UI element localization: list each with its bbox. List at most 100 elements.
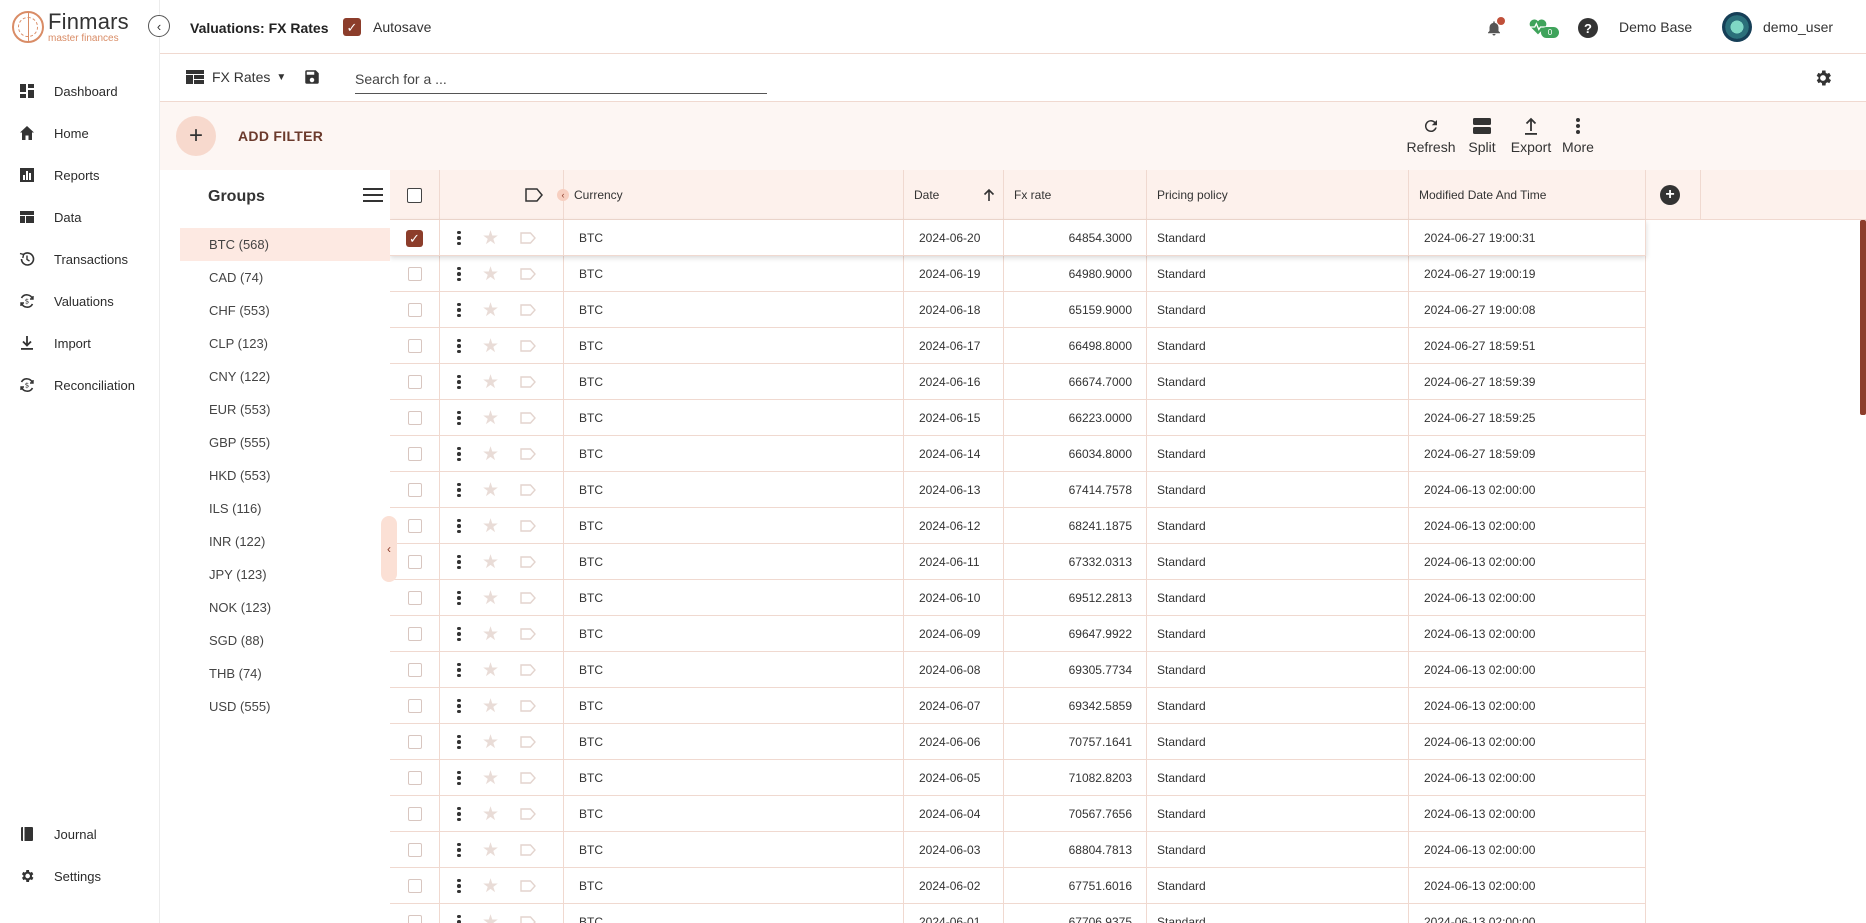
star-icon[interactable]: ★ — [482, 515, 499, 538]
sort-ascending-icon[interactable] — [983, 188, 995, 202]
row-tag-icon[interactable] — [520, 232, 536, 244]
row-menu-icon[interactable] — [457, 554, 461, 570]
star-icon[interactable]: ★ — [482, 371, 499, 394]
hamburger-menu-icon[interactable] — [363, 186, 383, 204]
sidebar-item-journal[interactable]: Journal — [0, 813, 160, 855]
row-menu-icon[interactable] — [457, 266, 461, 282]
group-item[interactable]: CHF (553) — [180, 294, 390, 327]
star-icon[interactable]: ★ — [482, 299, 499, 322]
row-tag-icon[interactable] — [520, 628, 536, 640]
row-checkbox[interactable] — [407, 267, 422, 281]
table-row[interactable]: ★ BTC 2024-06-09 69647.9922 Standard 2024-06-… — [390, 616, 1646, 652]
row-checkbox[interactable] — [407, 375, 422, 389]
row-menu-icon[interactable] — [457, 302, 461, 318]
add-column-button[interactable]: + — [1660, 185, 1680, 205]
row-checkbox[interactable] — [407, 843, 422, 857]
row-tag-icon[interactable] — [520, 484, 536, 496]
group-item[interactable]: SGD (88) — [180, 624, 390, 657]
group-item[interactable]: CNY (122) — [180, 360, 390, 393]
row-checkbox[interactable] — [407, 339, 422, 353]
row-checkbox[interactable] — [407, 555, 422, 569]
star-icon[interactable]: ★ — [482, 695, 499, 718]
row-tag-icon[interactable] — [520, 340, 536, 352]
row-checkbox[interactable] — [407, 735, 422, 749]
column-header-currency[interactable]: Currency — [564, 170, 904, 220]
table-row[interactable]: ★ BTC 2024-06-04 70567.7656 Standard 2024-06-… — [390, 796, 1646, 832]
table-row[interactable]: ★ BTC 2024-06-17 66498.8000 Standard 2024-06-… — [390, 328, 1646, 364]
search-input[interactable] — [355, 64, 767, 94]
sidebar-item-transactions[interactable]: Transactions — [0, 238, 160, 280]
row-checkbox[interactable] — [407, 411, 422, 425]
group-item[interactable]: GBP (555) — [180, 426, 390, 459]
group-item[interactable]: CAD (74) — [180, 261, 390, 294]
row-checkbox[interactable] — [407, 447, 422, 461]
column-header-pricing-policy[interactable]: Pricing policy — [1147, 170, 1409, 220]
sidebar-item-home[interactable]: Home — [0, 112, 160, 154]
username[interactable]: demo_user — [1763, 19, 1833, 35]
table-row[interactable]: ★ BTC 2024-06-16 66674.7000 Standard 2024-06-… — [390, 364, 1646, 400]
row-tag-icon[interactable] — [520, 844, 536, 856]
group-item[interactable]: ILS (116) — [180, 492, 390, 525]
row-tag-icon[interactable] — [520, 808, 536, 820]
star-icon[interactable]: ★ — [482, 227, 499, 250]
row-checkbox[interactable] — [407, 591, 422, 605]
table-row[interactable]: ★ BTC 2024-06-01 67706.9375 Standard 2024-06-… — [390, 904, 1646, 923]
star-icon[interactable]: ★ — [482, 551, 499, 574]
group-item[interactable]: JPY (123) — [180, 558, 390, 591]
row-menu-icon[interactable] — [457, 518, 461, 534]
base-selector[interactable]: Demo Base — [1619, 19, 1692, 35]
groups-panel-collapse-button[interactable]: ‹ — [381, 516, 397, 582]
row-menu-icon[interactable] — [457, 842, 461, 858]
row-tag-icon[interactable] — [520, 880, 536, 892]
select-all-checkbox[interactable] — [407, 187, 422, 203]
row-tag-icon[interactable] — [520, 736, 536, 748]
row-menu-icon[interactable] — [457, 626, 461, 642]
row-tag-icon[interactable] — [520, 520, 536, 532]
add-filter-label[interactable]: ADD FILTER — [238, 128, 323, 144]
row-menu-icon[interactable] — [457, 230, 461, 246]
row-menu-icon[interactable] — [457, 878, 461, 894]
star-icon[interactable]: ★ — [482, 623, 499, 646]
sidebar-item-valuations[interactable]: $ Valuations — [0, 280, 160, 322]
row-checkbox[interactable]: ✓ — [406, 229, 423, 247]
sidebar-collapse-button[interactable]: ‹ — [148, 15, 170, 37]
star-icon[interactable]: ★ — [482, 263, 499, 286]
group-item[interactable]: THB (74) — [180, 657, 390, 690]
star-icon[interactable]: ★ — [482, 659, 499, 682]
table-row[interactable]: ★ BTC 2024-06-02 67751.6016 Standard 2024-06-… — [390, 868, 1646, 904]
star-icon[interactable]: ★ — [482, 839, 499, 862]
autosave-checkbox[interactable]: ✓ — [343, 18, 361, 36]
row-checkbox[interactable] — [407, 519, 422, 533]
row-tag-icon[interactable] — [520, 916, 536, 923]
row-checkbox[interactable] — [407, 627, 422, 641]
row-menu-icon[interactable] — [457, 806, 461, 822]
table-row[interactable]: ★ BTC 2024-06-08 69305.7734 Standard 2024-06-… — [390, 652, 1646, 688]
row-menu-icon[interactable] — [457, 662, 461, 678]
layout-selector[interactable]: FX Rates ▼ — [186, 69, 286, 85]
star-icon[interactable]: ★ — [482, 335, 499, 358]
star-icon[interactable]: ★ — [482, 767, 499, 790]
sidebar-item-reports[interactable]: Reports — [0, 154, 160, 196]
star-icon[interactable]: ★ — [482, 479, 499, 502]
row-tag-icon[interactable] — [520, 700, 536, 712]
add-filter-button[interactable]: + — [176, 116, 216, 156]
row-tag-icon[interactable] — [520, 376, 536, 388]
row-tag-icon[interactable] — [520, 304, 536, 316]
row-menu-icon[interactable] — [457, 410, 461, 426]
row-checkbox[interactable] — [407, 699, 422, 713]
group-item[interactable]: NOK (123) — [180, 591, 390, 624]
row-menu-icon[interactable] — [457, 590, 461, 606]
autosave-toggle[interactable]: ✓ Autosave — [343, 18, 431, 36]
table-row[interactable]: ★ BTC 2024-06-15 66223.0000 Standard 2024-06-… — [390, 400, 1646, 436]
help-icon[interactable]: ? — [1578, 18, 1598, 38]
split-button[interactable]: Split — [1454, 116, 1510, 155]
sidebar-item-reconciliation[interactable]: $ Reconciliation — [0, 364, 160, 406]
avatar[interactable] — [1722, 12, 1752, 42]
table-row[interactable]: ★ BTC 2024-06-12 68241.1875 Standard 2024-06-… — [390, 508, 1646, 544]
sidebar-item-settings[interactable]: Settings — [0, 855, 160, 897]
table-row[interactable]: ★ BTC 2024-06-14 66034.8000 Standard 2024-06-… — [390, 436, 1646, 472]
row-tag-icon[interactable] — [520, 412, 536, 424]
group-item[interactable]: HKD (553) — [180, 459, 390, 492]
layout-settings-gear-icon[interactable] — [1813, 68, 1833, 88]
star-icon[interactable]: ★ — [482, 875, 499, 898]
